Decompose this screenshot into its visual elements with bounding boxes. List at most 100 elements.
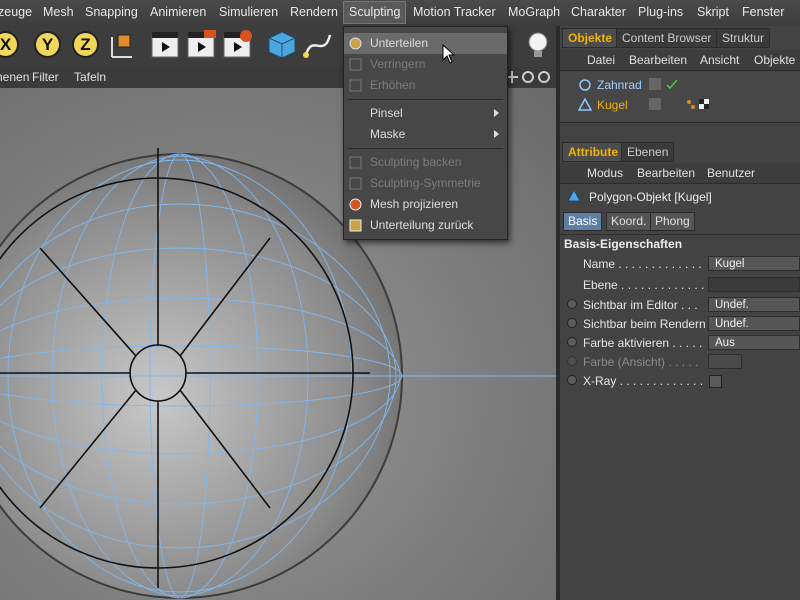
spline-pen-icon[interactable] (302, 29, 334, 61)
menu-simulieren[interactable]: Simulieren (219, 5, 278, 19)
object-name: Zahnrad (597, 78, 642, 92)
menu-animieren[interactable]: Animieren (150, 5, 206, 19)
menu-item-label: Erhöhen (370, 78, 416, 92)
right-panel: Objekte Content Browser Struktur Datei B… (560, 26, 800, 600)
polygon-object-icon (567, 189, 581, 202)
tab-basis[interactable]: Basis (563, 212, 603, 231)
viewport-nav-icons[interactable] (506, 69, 556, 85)
objects-tabs: Objekte Content Browser Struktur (560, 26, 800, 48)
render-picture-viewer-icon[interactable] (186, 29, 218, 61)
attr-label: Name . . . . . . . . . . . . . (583, 257, 702, 271)
axis-y-button[interactable]: Y (34, 31, 61, 58)
menu-item-label: Sculpting-Symmetrie (370, 176, 481, 190)
object-title: Polygon-Objekt [Kugel] (589, 190, 712, 204)
objects-menu-objekte[interactable]: Objekte (754, 53, 795, 67)
menu-rendern[interactable]: Rendern (290, 5, 338, 19)
menu-sculpting[interactable]: Sculpting (343, 1, 407, 24)
symmetry-icon (349, 177, 362, 190)
project-mesh-icon (349, 198, 362, 211)
tab-objekte[interactable]: Objekte (562, 28, 619, 48)
menu-plugins[interactable]: Plug-ins (638, 5, 683, 19)
reduce-icon (349, 58, 362, 71)
viewport-menu-tafeln[interactable]: Tafeln (74, 70, 106, 84)
render-settings-icon[interactable] (222, 29, 254, 61)
menu-skript[interactable]: Skript (697, 5, 729, 19)
attributes-menu-modus[interactable]: Modus (587, 166, 623, 180)
menu-mesh[interactable]: Mesh (43, 5, 74, 19)
mouse-cursor-icon (442, 44, 456, 64)
name-field[interactable]: Kugel (708, 256, 800, 271)
menu-motion-tracker[interactable]: Motion Tracker (413, 5, 496, 19)
menu-item-sculpting-backen: Sculpting backen (344, 152, 507, 173)
menu-fenster[interactable]: Fenster (742, 5, 784, 19)
object-header: Polygon-Objekt [Kugel] (560, 186, 800, 208)
layer-field[interactable] (708, 277, 800, 292)
attr-row-farbe-ansicht: Farbe (Ansicht) . . . . . (560, 353, 800, 372)
visible-render-dropdown[interactable]: Undef. (708, 316, 800, 331)
section-title: Basis-Eigenschaften (564, 237, 683, 251)
animation-radio-icon[interactable] (567, 318, 577, 328)
tab-content-browser[interactable]: Content Browser (616, 28, 718, 48)
sculpting-menu: Unterteilen Verringern Erhöhen Pinsel Ma… (343, 26, 508, 240)
attr-label: Ebene . . . . . . . . . . . . . (583, 278, 705, 292)
xray-checkbox[interactable] (709, 375, 722, 388)
enable-color-dropdown[interactable]: Aus (708, 335, 800, 350)
tab-ebenen[interactable]: Ebenen (621, 142, 675, 162)
section-header: Basis-Eigenschaften (560, 234, 800, 253)
menu-item-label: Sculpting backen (370, 155, 462, 169)
object-row-kugel[interactable]: Kugel (560, 96, 800, 114)
attributes-menu-bearbeiten[interactable]: Bearbeiten (637, 166, 695, 180)
menu-bar: zeuge Mesh Snapping Animieren Simulieren… (0, 0, 800, 27)
attr-row-farbe-aktivieren: Farbe aktivieren . . . . . Aus (560, 334, 800, 353)
objects-menu: Datei Bearbeiten Ansicht Objekte (560, 50, 800, 71)
tag-icons[interactable] (649, 98, 709, 112)
menu-item-label: Unterteilen (370, 36, 429, 50)
bake-icon (349, 156, 362, 169)
menu-item-label: Mesh projizieren (370, 197, 459, 211)
coordinate-system-icon[interactable] (106, 29, 138, 61)
tab-attribute[interactable]: Attribute (562, 142, 624, 162)
subdivide-icon (349, 37, 362, 50)
menu-item-label: Unterteilung zurück (370, 218, 474, 232)
cube-primitive-icon[interactable] (266, 29, 298, 61)
render-view-icon[interactable] (150, 29, 182, 61)
menu-werkzeuge[interactable]: zeuge (0, 5, 32, 19)
menu-item-unterteilung-zurueck[interactable]: Unterteilung zurück (344, 215, 507, 236)
animation-radio-icon[interactable] (567, 375, 577, 385)
attr-row-sichtbar-editor: Sichtbar im Editor . . . Undef. (560, 296, 800, 315)
tab-struktur[interactable]: Struktur (716, 28, 771, 48)
menu-item-erhoehen: Erhöhen (344, 75, 507, 96)
menu-item-mesh-projizieren[interactable]: Mesh projizieren (344, 194, 507, 215)
menu-mograph[interactable]: MoGraph (508, 5, 560, 19)
animation-radio-icon[interactable] (567, 337, 577, 347)
viewport-menu-filter[interactable]: Filter (32, 70, 59, 84)
menu-item-verringern: Verringern (344, 54, 507, 75)
axis-x-button[interactable]: X (0, 31, 19, 58)
animation-radio-icon[interactable] (567, 299, 577, 309)
menu-item-unterteilen[interactable]: Unterteilen (344, 33, 507, 54)
attributes-menu-benutzer[interactable]: Benutzer (707, 166, 755, 180)
tab-phong[interactable]: Phong (650, 212, 695, 231)
axis-z-button[interactable]: Z (72, 31, 99, 58)
animation-radio-icon (567, 356, 577, 366)
menu-item-maske[interactable]: Maske (344, 124, 507, 145)
attr-row-sichtbar-rendern: Sichtbar beim Rendern Undef. (560, 315, 800, 334)
object-row-zahnrad[interactable]: Zahnrad (560, 76, 800, 94)
objects-menu-ansicht[interactable]: Ansicht (700, 53, 739, 67)
viewport-menu-ebenen[interactable]: henen (0, 70, 29, 84)
attr-label: X-Ray . . . . . . . . . . . . . (583, 374, 704, 388)
objects-menu-datei[interactable]: Datei (587, 53, 615, 67)
object-list: Zahnrad Kugel (560, 72, 800, 123)
menu-charakter[interactable]: Charakter (571, 5, 626, 19)
visible-editor-dropdown[interactable]: Undef. (708, 297, 800, 312)
visibility-check-icon[interactable] (649, 78, 679, 92)
attributes-tabs: Attribute Ebenen (560, 140, 800, 162)
light-bulb-icon[interactable] (522, 29, 554, 61)
tab-koord[interactable]: Koord. (606, 212, 652, 231)
menu-snapping[interactable]: Snapping (85, 5, 138, 19)
display-color-swatch (708, 354, 742, 369)
attr-row-xray: X-Ray . . . . . . . . . . . . . (560, 372, 800, 391)
menu-item-label: Maske (370, 127, 406, 141)
menu-item-pinsel[interactable]: Pinsel (344, 103, 507, 124)
objects-menu-bearbeiten[interactable]: Bearbeiten (629, 53, 687, 67)
